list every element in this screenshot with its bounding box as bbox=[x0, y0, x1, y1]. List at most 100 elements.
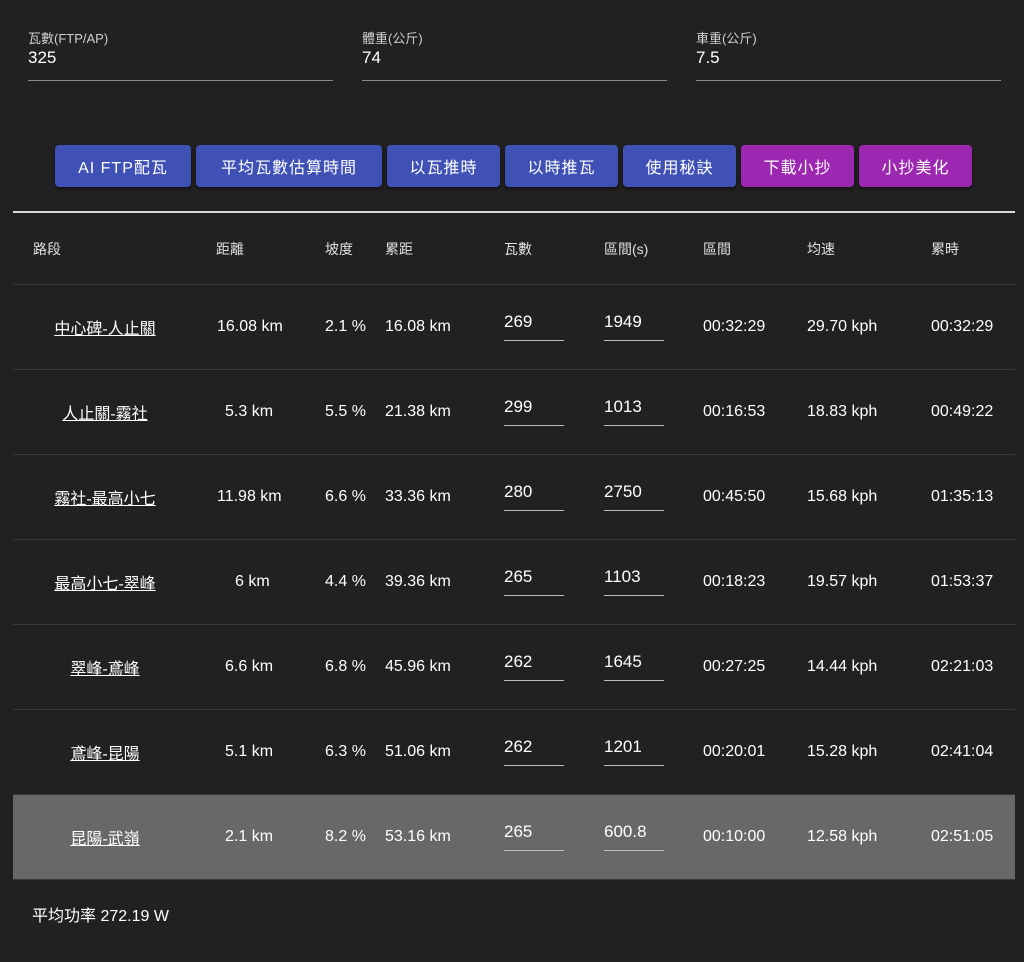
cum-distance-cell: 45.96 km bbox=[385, 624, 494, 710]
interval-cell: 00:16:53 bbox=[693, 369, 797, 455]
interval-cell: 00:20:01 bbox=[693, 709, 797, 795]
cum-time-cell: 01:53:37 bbox=[911, 539, 1015, 625]
segment-link[interactable]: 中心碑-人止關 bbox=[54, 321, 155, 338]
distance-cell: 2.1 km bbox=[197, 794, 306, 880]
body-weight-input[interactable] bbox=[362, 48, 667, 68]
segment-link[interactable]: 人止關-霧社 bbox=[62, 406, 147, 423]
interval-cell: 00:10:00 bbox=[693, 794, 797, 880]
download-cheatsheet-button[interactable]: 下載小抄 bbox=[741, 145, 854, 187]
interval-cell: 00:27:25 bbox=[693, 624, 797, 710]
speed-cell: 29.70 kph bbox=[797, 284, 911, 370]
grade-cell: 6.8 % bbox=[306, 624, 385, 710]
distance-cell: 11.98 km bbox=[197, 454, 306, 540]
bike-weight-label: 車重(公斤) bbox=[696, 31, 757, 46]
col-interval: 區間 bbox=[693, 214, 797, 285]
col-watts: 瓦數 bbox=[494, 214, 594, 285]
cum-distance-cell: 51.06 km bbox=[385, 709, 494, 795]
watts-input[interactable] bbox=[504, 396, 564, 426]
col-cum-distance: 累距 bbox=[385, 214, 494, 285]
col-segment: 路段 bbox=[13, 214, 197, 285]
table-row: 霧社-最高小七 11.98 km 6.6 % 33.36 km 00:45:50… bbox=[13, 454, 1015, 540]
grade-cell: 5.5 % bbox=[306, 369, 385, 455]
cum-distance-cell: 21.38 km bbox=[385, 369, 494, 455]
speed-cell: 19.57 kph bbox=[797, 539, 911, 625]
interval-cell: 00:32:29 bbox=[693, 284, 797, 370]
table-header: 路段 距離 坡度 累距 瓦數 區間(s) 區間 均速 累時 bbox=[13, 214, 1015, 285]
segment-link[interactable]: 鳶峰-昆陽 bbox=[70, 746, 139, 763]
interval-seconds-input[interactable] bbox=[604, 481, 664, 511]
ftp-field: 瓦數(FTP/AP) bbox=[28, 24, 333, 81]
watts-input[interactable] bbox=[504, 651, 564, 681]
distance-cell: 6 km bbox=[197, 539, 306, 625]
ftp-input[interactable] bbox=[28, 48, 333, 68]
segment-link[interactable]: 最高小七-翠峰 bbox=[54, 576, 155, 593]
speed-cell: 14.44 kph bbox=[797, 624, 911, 710]
distance-cell: 16.08 km bbox=[197, 284, 306, 370]
col-interval-s: 區間(s) bbox=[594, 214, 693, 285]
cum-time-cell: 02:41:04 bbox=[911, 709, 1015, 795]
grade-cell: 6.6 % bbox=[306, 454, 385, 540]
watts-input[interactable] bbox=[504, 736, 564, 766]
tips-button[interactable]: 使用秘訣 bbox=[623, 145, 736, 187]
cum-time-cell: 02:51:05 bbox=[911, 794, 1015, 880]
ai-ftp-button[interactable]: AI FTP配瓦 bbox=[55, 145, 191, 187]
grade-cell: 4.4 % bbox=[306, 539, 385, 625]
body-weight-label: 體重(公斤) bbox=[362, 31, 423, 46]
interval-seconds-input[interactable] bbox=[604, 651, 664, 681]
avg-power-summary: 平均功率 272.19 W bbox=[32, 908, 169, 925]
cum-time-cell: 02:21:03 bbox=[911, 624, 1015, 710]
table-row-highlighted: 昆陽-武嶺 2.1 km 8.2 % 53.16 km 00:10:00 12.… bbox=[13, 794, 1015, 880]
table-row: 中心碑-人止關 16.08 km 2.1 % 16.08 km 00:32:29… bbox=[13, 284, 1015, 370]
col-distance: 距離 bbox=[197, 214, 306, 285]
ftp-label: 瓦數(FTP/AP) bbox=[28, 31, 109, 46]
watts-input[interactable] bbox=[504, 821, 564, 851]
cum-distance-cell: 53.16 km bbox=[385, 794, 494, 880]
cum-time-cell: 00:49:22 bbox=[911, 369, 1015, 455]
grade-cell: 8.2 % bbox=[306, 794, 385, 880]
interval-cell: 00:45:50 bbox=[693, 454, 797, 540]
speed-cell: 15.68 kph bbox=[797, 454, 911, 540]
body-weight-field: 體重(公斤) bbox=[362, 24, 667, 81]
distance-cell: 6.6 km bbox=[197, 624, 306, 710]
interval-seconds-input[interactable] bbox=[604, 396, 664, 426]
avg-watt-estimate-button[interactable]: 平均瓦數估算時間 bbox=[196, 145, 382, 187]
segment-link[interactable]: 霧社-最高小七 bbox=[54, 491, 155, 508]
watt-to-time-button[interactable]: 以瓦推時 bbox=[387, 145, 500, 187]
bike-weight-field: 車重(公斤) bbox=[696, 24, 1001, 81]
col-cum-time: 累時 bbox=[911, 214, 1015, 285]
col-grade: 坡度 bbox=[306, 214, 385, 285]
beautify-cheatsheet-button[interactable]: 小抄美化 bbox=[859, 145, 972, 187]
speed-cell: 18.83 kph bbox=[797, 369, 911, 455]
watts-input[interactable] bbox=[504, 311, 564, 341]
distance-cell: 5.1 km bbox=[197, 709, 306, 795]
grade-cell: 2.1 % bbox=[306, 284, 385, 370]
time-to-watt-button[interactable]: 以時推瓦 bbox=[505, 145, 618, 187]
table-row: 鳶峰-昆陽 5.1 km 6.3 % 51.06 km 00:20:01 15.… bbox=[13, 709, 1015, 795]
table-row: 最高小七-翠峰 6 km 4.4 % 39.36 km 00:18:23 19.… bbox=[13, 539, 1015, 625]
distance-cell: 5.3 km bbox=[197, 369, 306, 455]
action-toolbar: AI FTP配瓦 平均瓦數估算時間 以瓦推時 以時推瓦 使用秘訣 下載小抄 小抄… bbox=[55, 145, 972, 187]
table-row: 人止關-霧社 5.3 km 5.5 % 21.38 km 00:16:53 18… bbox=[13, 369, 1015, 455]
watts-input[interactable] bbox=[504, 566, 564, 596]
bike-weight-input[interactable] bbox=[696, 48, 1001, 68]
settings-fields: 瓦數(FTP/AP) 體重(公斤) 車重(公斤) bbox=[28, 24, 1001, 81]
table-row: 翠峰-鳶峰 6.6 km 6.8 % 45.96 km 00:27:25 14.… bbox=[13, 624, 1015, 710]
grade-cell: 6.3 % bbox=[306, 709, 385, 795]
watts-input[interactable] bbox=[504, 481, 564, 511]
cum-distance-cell: 16.08 km bbox=[385, 284, 494, 370]
cum-distance-cell: 39.36 km bbox=[385, 539, 494, 625]
interval-seconds-input[interactable] bbox=[604, 311, 664, 341]
segment-link[interactable]: 昆陽-武嶺 bbox=[70, 831, 139, 848]
speed-cell: 12.58 kph bbox=[797, 794, 911, 880]
cum-distance-cell: 33.36 km bbox=[385, 454, 494, 540]
interval-cell: 00:18:23 bbox=[693, 539, 797, 625]
interval-seconds-input[interactable] bbox=[604, 566, 664, 596]
segment-link[interactable]: 翠峰-鳶峰 bbox=[70, 661, 139, 678]
col-speed: 均速 bbox=[797, 214, 911, 285]
speed-cell: 15.28 kph bbox=[797, 709, 911, 795]
divider bbox=[13, 211, 1015, 213]
cum-time-cell: 00:32:29 bbox=[911, 284, 1015, 370]
interval-seconds-input[interactable] bbox=[604, 736, 664, 766]
interval-seconds-input[interactable] bbox=[604, 821, 664, 851]
cum-time-cell: 01:35:13 bbox=[911, 454, 1015, 540]
